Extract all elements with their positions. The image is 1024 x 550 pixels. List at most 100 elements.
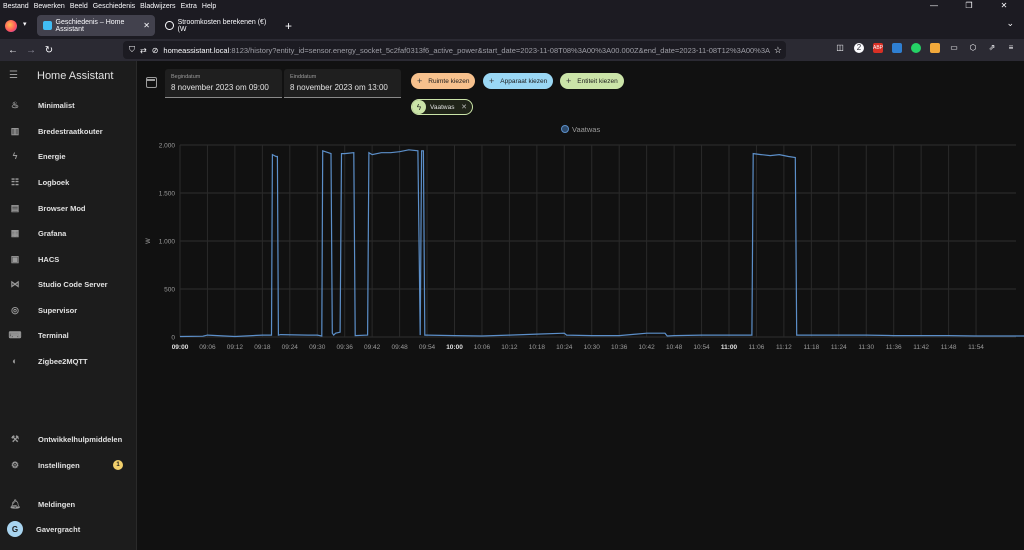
vscode-icon: ⋈ <box>10 278 20 289</box>
sidebar-item-meldingen[interactable]: 🔔︎ Meldingen <box>0 493 137 515</box>
shield-icon[interactable]: ⛉ <box>129 45 135 55</box>
tab-label: Geschiedenis – Home Assistant <box>55 18 125 33</box>
x-tick-label: 09:36 <box>337 344 354 351</box>
selected-entity-chip[interactable]: ϟ Vaatwas ✕ <box>411 99 473 115</box>
adblock-icon[interactable]: ABP <box>873 43 883 53</box>
forward-icon[interactable]: → <box>22 45 40 56</box>
lock-icon[interactable]: ⊘ <box>152 46 159 55</box>
minimize-icon[interactable]: — <box>919 0 949 12</box>
add-device-button[interactable]: + Apparaat kiezen <box>483 73 554 89</box>
whatsapp-icon[interactable] <box>911 43 921 53</box>
add-entity-label: Entiteit kiezen <box>577 77 618 85</box>
add-device-label: Apparaat kiezen <box>500 77 548 85</box>
home-assistant-favicon-icon <box>43 21 52 30</box>
zigbee-icon: ◐ <box>12 356 18 366</box>
bell-icon: 🔔︎ <box>9 498 21 509</box>
sidebar-item-bredestraatkouter[interactable]: ▥ Bredestraatkouter <box>0 120 137 142</box>
url-bar[interactable]: ⛉ ⇄ ⊘ homeassistant.local:8123/history?e… <box>123 41 786 59</box>
menu-beeld[interactable]: Beeld <box>70 3 88 10</box>
back-icon[interactable]: ← <box>4 45 22 56</box>
end-date-label: Einddatum <box>290 74 317 80</box>
legend-label: Vaatwas <box>572 125 600 134</box>
start-date-field[interactable]: Begindatum 8 november 2023 om 09:00 <box>165 69 282 98</box>
list-all-tabs-icon[interactable]: ⌄ <box>1006 18 1014 29</box>
note-extension-icon[interactable] <box>930 43 940 53</box>
add-area-button[interactable]: + Ruimte kiezen <box>411 73 476 89</box>
x-tick-label: 10:00 <box>446 344 463 351</box>
sidebar-item-supervisor[interactable]: ◎ Supervisor <box>0 299 137 321</box>
calendar-icon[interactable] <box>146 77 157 88</box>
notification-badge: 1 <box>113 460 123 470</box>
x-tick-label: 09:42 <box>364 344 381 351</box>
sidebar-item-hacs[interactable]: ▣ HACS <box>0 248 137 270</box>
bookmark-star-icon[interactable]: ☆ <box>770 44 782 56</box>
sidebar-item-label: Supervisor <box>38 305 78 315</box>
x-tick-label: 10:18 <box>529 344 546 351</box>
share-icon[interactable]: ⇗ <box>987 43 997 53</box>
globe-favicon-icon <box>165 21 174 30</box>
sidebar-item-terminal[interactable]: ⌨ Terminal <box>0 324 137 346</box>
tab-list-icon[interactable]: ▾ <box>23 20 31 32</box>
x-tick-label: 11:06 <box>749 344 765 351</box>
menu-bewerken[interactable]: Bewerken <box>34 3 65 10</box>
close-window-icon[interactable]: ✕ <box>989 0 1019 12</box>
screen-icon[interactable]: ▭ <box>949 43 959 53</box>
menu-bladwijzers[interactable]: Bladwijzers <box>140 3 175 10</box>
sidebar-title: Home Assistant <box>37 69 114 82</box>
x-tick-label: 11:42 <box>913 344 929 351</box>
menu-geschiedenis[interactable]: Geschiedenis <box>93 3 135 10</box>
sidebar-item-label: Zigbee2MQTT <box>38 356 88 366</box>
menu-bestand[interactable]: Bestand <box>3 3 29 10</box>
hacs-icon: ▣ <box>10 253 20 264</box>
extension-badge-icon[interactable] <box>892 43 902 53</box>
history-chart[interactable]: Vaatwas 0 500 1.000 1.500 2.000 W 09:00 09:06 09:… <box>137 119 1024 359</box>
sidebar-toggle-icon[interactable]: ☰ <box>9 70 31 81</box>
extensions-icon[interactable]: ⬡ <box>968 43 978 53</box>
supervisor-icon: ◎ <box>11 304 19 315</box>
sidebar-item-ontwikkelhulpmiddelen[interactable]: ⚒ Ontwikkelhulpmiddelen <box>0 428 137 450</box>
sidebar: ☰ Home Assistant ♨ Minimalist ▥ Bredestraa… <box>0 61 137 550</box>
tab-bar: ▾ Geschiedenis – Home Assistant ✕ Stroom… <box>0 12 1024 39</box>
restore-icon[interactable]: ❐ <box>954 0 984 12</box>
sidebar-item-label: Terminal <box>38 330 69 340</box>
close-tab-icon[interactable]: ✕ <box>143 21 150 30</box>
x-tick-label: 11:48 <box>941 344 957 351</box>
sidebar-item-logboek[interactable]: ☷ Logboek <box>0 171 137 193</box>
legend-marker <box>561 125 569 133</box>
sidebar-item-energie[interactable]: ϟ Energie <box>0 145 137 167</box>
end-date-field[interactable]: Einddatum 8 november 2023 om 13:00 <box>284 69 401 98</box>
pocket-icon[interactable]: ◫ <box>835 43 845 53</box>
sidebar-item-profile[interactable]: G Gavergracht <box>0 518 137 540</box>
sidebar-item-zigbee2mqtt[interactable]: ◐ Zigbee2MQTT <box>0 350 137 372</box>
add-entity-button[interactable]: + Entiteit kiezen <box>560 73 624 89</box>
sidebar-item-browser-mod[interactable]: ▤ Browser Mod <box>0 197 137 219</box>
new-tab-icon[interactable]: + <box>285 19 292 33</box>
sidebar-item-grafana[interactable]: ▦ Grafana <box>0 222 137 244</box>
account-icon[interactable]: 2 <box>854 43 864 53</box>
url-path: :8123/history?entity_id=sensor.energy_so… <box>229 45 771 55</box>
x-tick-label: 10:42 <box>639 344 656 351</box>
plus-icon: + <box>566 76 572 86</box>
permissions-icon[interactable]: ⇄ <box>140 46 147 55</box>
cog-icon: ⚙ <box>10 459 20 470</box>
sidebar-item-studio-code-server[interactable]: ⋈ Studio Code Server <box>0 273 137 295</box>
x-tick-label: 10:12 <box>501 344 518 351</box>
lightning-bolt-icon: ϟ <box>412 100 426 114</box>
sidebar-item-label: Energie <box>38 151 66 161</box>
server-icon: ▤ <box>10 202 20 213</box>
remove-entity-icon[interactable]: ✕ <box>461 103 467 111</box>
hamburger-menu-icon[interactable]: ≡ <box>1006 43 1016 53</box>
y-tick-label: 1.500 <box>159 191 176 198</box>
menu-help[interactable]: Help <box>202 3 216 10</box>
x-tick-label: 09:30 <box>309 344 326 351</box>
menu-extra[interactable]: Extra <box>181 3 197 10</box>
sidebar-item-minimalist[interactable]: ♨ Minimalist <box>0 94 137 116</box>
tab-stroomkosten[interactable]: Stroomkosten berekenen (€) (W <box>159 15 277 36</box>
start-date-label: Begindatum <box>171 74 201 80</box>
sidebar-item-instellingen[interactable]: ⚙ Instellingen 1 <box>0 454 137 476</box>
reload-icon[interactable]: ↻ <box>40 45 58 56</box>
sidebar-item-label: Browser Mod <box>38 203 86 213</box>
tab-home-assistant[interactable]: Geschiedenis – Home Assistant ✕ <box>37 15 155 36</box>
x-tick-label: 09:12 <box>227 344 244 351</box>
x-tick-label: 10:24 <box>556 344 573 351</box>
